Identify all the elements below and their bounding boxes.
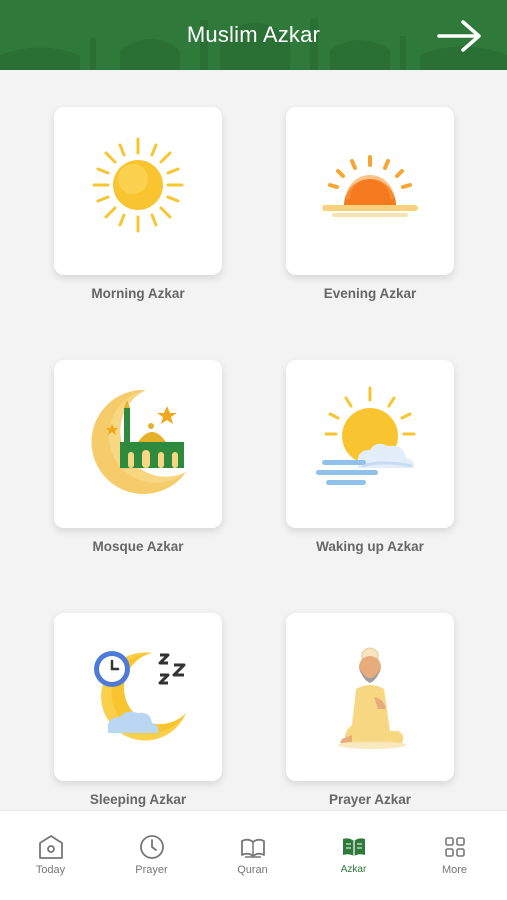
nav-quran[interactable]: Quran	[202, 811, 303, 900]
sun-cloud-icon	[316, 386, 416, 485]
quran-book-icon	[241, 838, 265, 858]
prayer-azkar-label: Prayer Azkar	[328, 792, 412, 807]
nav-more[interactable]: More	[404, 811, 505, 900]
app-header: Muslim Azkar	[0, 0, 507, 70]
nav-azkar-label: Azkar	[340, 864, 367, 875]
sleeping-azkar-card[interactable]	[54, 613, 222, 781]
mosque-azkar-label: Mosque Azkar	[92, 539, 184, 554]
home-icon	[39, 835, 63, 859]
nav-prayer[interactable]: Prayer	[101, 811, 202, 900]
sleeping-azkar-label: Sleeping Azkar	[89, 792, 187, 807]
nav-azkar[interactable]: Azkar	[303, 811, 404, 900]
nav-today[interactable]: Today	[0, 811, 101, 900]
crescent-mosque-icon	[91, 389, 186, 494]
evening-azkar-label: Evening Azkar	[323, 286, 417, 301]
nav-quran-label: Quran	[237, 864, 268, 876]
clock-icon	[140, 835, 164, 859]
moon-clock-zzz-icon	[94, 651, 186, 741]
praying-man-icon	[338, 647, 406, 749]
azkar-book-icon	[343, 838, 365, 856]
prayer-azkar-card[interactable]	[286, 613, 454, 781]
waking-up-azkar-card[interactable]	[286, 360, 454, 528]
page-title: Muslim Azkar	[186, 22, 321, 47]
nav-today-label: Today	[35, 864, 66, 876]
grid-icon	[445, 837, 465, 857]
morning-azkar-card[interactable]	[54, 107, 222, 275]
nav-more-label: More	[441, 864, 468, 876]
mosque-azkar-card[interactable]	[54, 360, 222, 528]
morning-sun-icon	[92, 137, 184, 233]
sunset-icon	[322, 155, 418, 217]
nav-prayer-label: Prayer	[135, 864, 168, 876]
morning-azkar-label: Morning Azkar	[91, 286, 185, 301]
azkar-category-grid: Morning Azkar Evening Azkar Mosque Azkar…	[0, 70, 507, 810]
bottom-navigation: Today Prayer Quran Azkar More	[0, 810, 507, 900]
waking-up-azkar-label: Waking up Azkar	[316, 539, 424, 554]
evening-azkar-card[interactable]	[286, 107, 454, 275]
arrow-right-icon[interactable]	[437, 19, 483, 53]
